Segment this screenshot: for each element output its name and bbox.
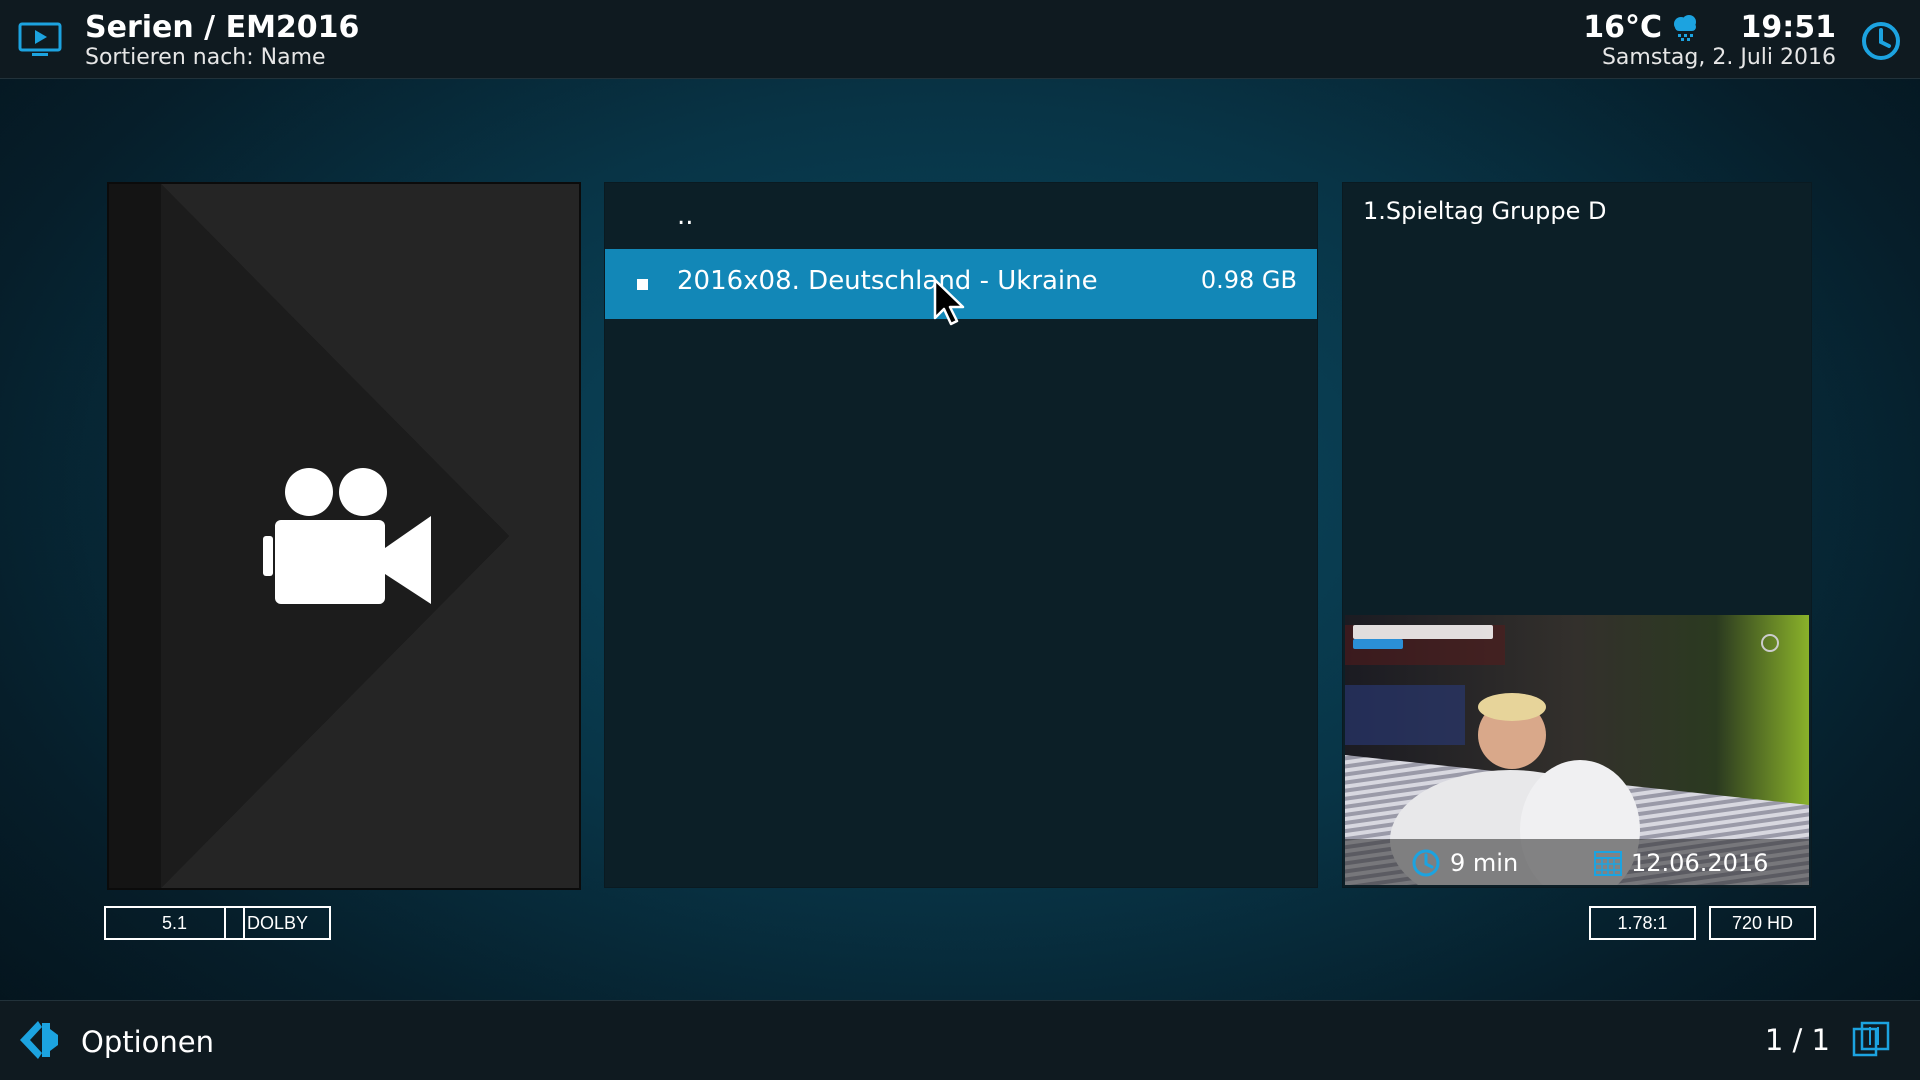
parent-folder-item[interactable]: .. — [605, 183, 1317, 247]
plot-text: 1.Spieltag Gruppe D — [1363, 197, 1607, 225]
rain-cloud-icon — [1674, 14, 1696, 41]
episode-thumbnail: 9 min 12.06.2016 — [1345, 615, 1809, 885]
list-item-label: 2016x08. Deutschland - Ukraine — [677, 266, 1098, 296]
clock-icon — [1412, 849, 1440, 877]
page-title: Serien / EM2016 — [85, 10, 360, 45]
clock-time: 19:51 — [1740, 10, 1837, 45]
resolution-badge: 720 HD — [1709, 906, 1816, 940]
audio-codec-badge: DOLBY — [224, 906, 331, 940]
aspect-ratio-badge: 1.78:1 — [1589, 906, 1696, 940]
footer-bar: Optionen 1 / 1 — [0, 1000, 1920, 1080]
mouse-cursor-icon — [933, 278, 965, 326]
duration: 9 min — [1450, 849, 1519, 877]
video-camera-icon — [263, 468, 431, 604]
options-icon[interactable] — [18, 1019, 60, 1061]
tv-icon — [18, 22, 62, 56]
clock-icon — [1862, 22, 1900, 60]
parent-folder-label: .. — [677, 201, 694, 231]
list-item-size: 0.98 GB — [1200, 266, 1297, 294]
unwatched-indicator-icon — [637, 279, 648, 290]
weather-widget: 16°C — [1583, 10, 1700, 45]
options-button[interactable]: Optionen — [81, 1025, 214, 1059]
info-panel: 1.Spieltag Gruppe D 9 min 12.06.2016 — [1342, 182, 1812, 888]
temperature: 16°C — [1583, 10, 1662, 45]
sort-label[interactable]: Sortieren nach: Name — [85, 45, 326, 70]
aired-date: 12.06.2016 — [1631, 849, 1769, 877]
header-bar: Serien / EM2016 Sortieren nach: Name 16°… — [0, 0, 1920, 79]
page-counter: 1 / 1 — [1764, 1023, 1830, 1057]
clock-date: Samstag, 2. Juli 2016 — [1601, 45, 1836, 70]
calendar-icon — [1594, 851, 1622, 876]
pages-icon — [1852, 1021, 1890, 1057]
poster-panel — [107, 182, 581, 890]
meta-bar: 9 min 12.06.2016 — [1345, 839, 1809, 885]
